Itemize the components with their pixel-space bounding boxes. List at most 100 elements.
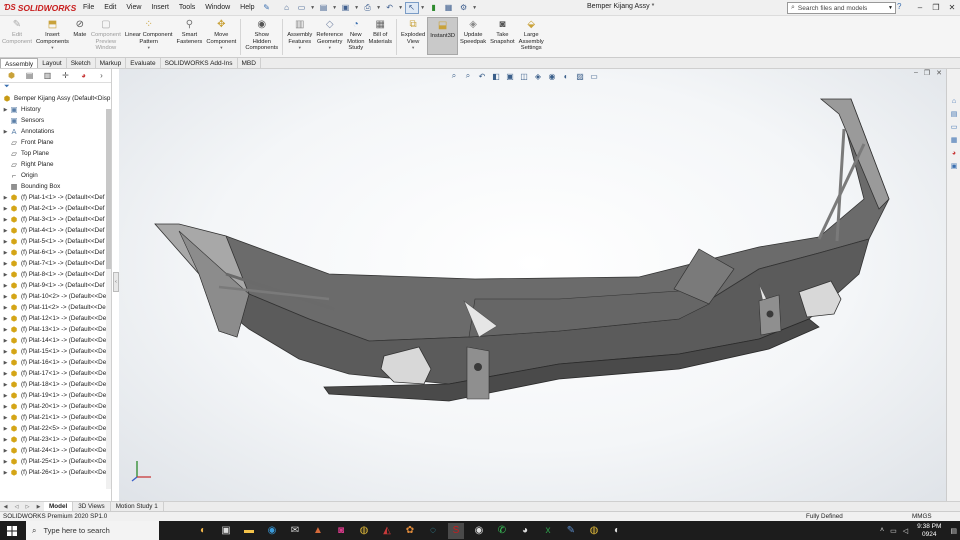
new-document-icon[interactable]: ▭ (295, 2, 309, 14)
excel-icon[interactable]: x (540, 523, 556, 539)
move-component-button[interactable]: ✥ Move Component ▾ (204, 19, 238, 52)
volume-icon[interactable]: ◁ (903, 527, 908, 535)
expand-arrow-icon[interactable]: ▶ (2, 415, 9, 421)
options-dropdown-icon[interactable]: ▼ (472, 5, 478, 11)
tree-item[interactable]: ▶ ⬢ (f) Plat-26<1> -> (Default<<De (2, 467, 111, 478)
expand-arrow-icon[interactable]: ▶ (2, 206, 9, 212)
bumper-3d-model[interactable] (119, 69, 946, 501)
options-gear-icon[interactable]: ⚙ (457, 2, 471, 14)
tree-item[interactable]: ▱ Top Plane (2, 148, 111, 159)
scroll-last-icon[interactable]: ▶ (33, 504, 44, 510)
tree-item[interactable]: ▶ A Annotations (2, 126, 111, 137)
open-dropdown-icon[interactable]: ▼ (332, 5, 338, 11)
app-icon[interactable]: ◉ (471, 523, 487, 539)
assembly-features-button[interactable]: ▥ Assembly Features ▾ (285, 19, 314, 52)
tab-model[interactable]: Model (44, 501, 74, 512)
tree-item[interactable]: ▱ Front Plane (2, 137, 111, 148)
tree-item[interactable]: ▶ ⬢ (f) Plat-25<1> -> (Default<<De (2, 456, 111, 467)
tree-item[interactable]: ▶ ⬢ (f) Plat-1<1> -> (Default<<Def (2, 192, 111, 203)
help-icon[interactable]: ? (897, 2, 901, 11)
expand-arrow-icon[interactable]: ▶ (2, 360, 9, 366)
chrome-icon[interactable]: ◍ (356, 523, 372, 539)
solidworks-logo[interactable]: ƊS SOLIDWORKS (0, 0, 78, 16)
restore-icon[interactable]: ❐ (928, 0, 944, 16)
tree-item[interactable]: ▶ ⬢ (f) Plat-6<1> -> (Default<<Def (2, 247, 111, 258)
panel-expand-arrow-icon[interactable]: › (96, 71, 107, 80)
linear-pattern-button[interactable]: ⁘ Linear Component Pattern ▾ (123, 19, 175, 52)
app-icon[interactable]: ◌ (425, 523, 441, 539)
home-icon[interactable]: ⌂ (280, 2, 294, 14)
select-cursor-icon[interactable]: ↖ (404, 1, 419, 14)
expand-arrow-icon[interactable]: ▶ (2, 305, 9, 311)
exploded-view-button[interactable]: ⧉ Exploded View ▾ (399, 19, 427, 52)
large-assembly-button[interactable]: ⬙ Large Assembly Settings (517, 19, 546, 52)
tree-item[interactable]: ▶ ⬢ (f) Plat-3<1> -> (Default<<Def (2, 214, 111, 225)
search-input[interactable]: ⌕ Search files and models (787, 2, 887, 14)
expand-arrow-icon[interactable]: ▶ (2, 437, 9, 443)
tree-item[interactable]: ▣ Sensors (2, 115, 111, 126)
tree-item[interactable]: ▶ ⬢ (f) Plat-14<1> -> (Default<<De (2, 335, 111, 346)
menu-file[interactable]: File (78, 4, 99, 11)
tree-item[interactable]: ▶ ⬢ (f) Plat-11<2> -> (Default<<De (2, 302, 111, 313)
app-icon[interactable]: ▣ (218, 523, 234, 539)
chrome-icon[interactable]: ◍ (586, 523, 602, 539)
expand-arrow-icon[interactable]: ▶ (2, 382, 9, 388)
new-dropdown-icon[interactable]: ▼ (310, 5, 316, 11)
save-dropdown-icon[interactable]: ▼ (354, 5, 360, 11)
scrollbar-thumb[interactable] (106, 109, 111, 269)
expand-arrow-icon[interactable]: ▶ (2, 327, 9, 333)
app-icon[interactable]: ◐ (609, 523, 625, 539)
whatsapp-icon[interactable]: ✆ (494, 523, 510, 539)
tab-mbd[interactable]: MBD (238, 58, 261, 68)
tab-sketch[interactable]: Sketch (67, 58, 96, 68)
tree-item[interactable]: ▶ ⬢ (f) Plat-10<2> -> (Default<<De (2, 291, 111, 302)
tree-item[interactable]: ▶ ⬢ (f) Plat-9<1> -> (Default<<Def (2, 280, 111, 291)
expand-arrow-icon[interactable]: ▶ (2, 239, 9, 245)
solidworks-taskbar-icon[interactable]: S (448, 522, 464, 539)
search-dropdown-icon[interactable]: ▼ (886, 2, 896, 14)
minimize-icon[interactable]: – (912, 0, 928, 16)
undo-dropdown-icon[interactable]: ▼ (398, 5, 404, 11)
instagram-icon[interactable]: ◙ (333, 523, 349, 539)
app-icon[interactable]: ◭ (379, 523, 395, 539)
scroll-first-icon[interactable]: ◀ (0, 504, 11, 510)
mate-button[interactable]: ⊘ Mate (71, 19, 89, 39)
scroll-next-icon[interactable]: ▷ (22, 504, 33, 510)
tree-item[interactable]: ▶ ⬢ (f) Plat-4<1> -> (Default<<Def (2, 225, 111, 236)
file-explorer-taskbar-icon[interactable]: ▬ (241, 523, 257, 539)
menu-view[interactable]: View (121, 4, 146, 11)
tree-item[interactable]: ▶ ⬢ (f) Plat-18<1> -> (Default<<De (2, 379, 111, 390)
pin-menu-icon[interactable]: ✎ (260, 3, 274, 12)
tab-markup[interactable]: Markup (96, 58, 127, 68)
clock[interactable]: 9:38 PM 0924 (917, 523, 941, 539)
component-preview-button[interactable]: ▢ Component Preview Window (89, 19, 123, 52)
network-icon[interactable]: ▭ (890, 527, 897, 535)
expand-arrow-icon[interactable]: ▶ (2, 217, 9, 223)
chevron-down-icon[interactable]: ▾ (329, 45, 331, 52)
property-manager-tab-icon[interactable]: ▤ (24, 71, 35, 80)
expand-arrow-icon[interactable]: ▶ (2, 470, 9, 476)
chevron-up-icon[interactable]: ˄ (880, 527, 884, 534)
app-icon[interactable]: ▲ (310, 523, 326, 539)
expand-arrow-icon[interactable]: ▶ (2, 129, 9, 135)
tree-item[interactable]: ▶ ⬢ (f) Plat-5<1> -> (Default<<Def (2, 236, 111, 247)
chevron-down-icon[interactable]: ▾ (412, 45, 414, 52)
print-icon[interactable]: ⎙ (361, 2, 375, 14)
solidworks-resources-icon[interactable]: ⌂ (949, 97, 959, 107)
tree-scrollbar[interactable] (106, 109, 111, 489)
tab-motion-study[interactable]: Motion Study 1 (111, 501, 164, 512)
notifications-icon[interactable]: ▤ (950, 527, 957, 535)
expand-arrow-icon[interactable]: ▶ (2, 404, 9, 410)
filter-icon[interactable]: ⏷ (0, 83, 111, 93)
expand-arrow-icon[interactable]: ▶ (2, 426, 9, 432)
select-dropdown-icon[interactable]: ▼ (420, 5, 426, 11)
tree-item[interactable]: ▶ ⬢ (f) Plat-24<1> -> (Default<<De (2, 445, 111, 456)
tree-item[interactable]: ▶ ▣ History (2, 104, 111, 115)
expand-arrow-icon[interactable]: ▶ (2, 272, 9, 278)
mail-icon[interactable]: ✉ (287, 523, 303, 539)
tree-item[interactable]: ▶ ⬢ (f) Plat-2<1> -> (Default<<Def (2, 203, 111, 214)
new-motion-study-button[interactable]: ◔ New Motion Study (345, 19, 366, 52)
file-properties-icon[interactable]: ▦ (442, 2, 456, 14)
save-icon[interactable]: ▣ (339, 2, 353, 14)
reference-geometry-button[interactable]: ◇ Reference Geometry ▾ (314, 19, 345, 52)
